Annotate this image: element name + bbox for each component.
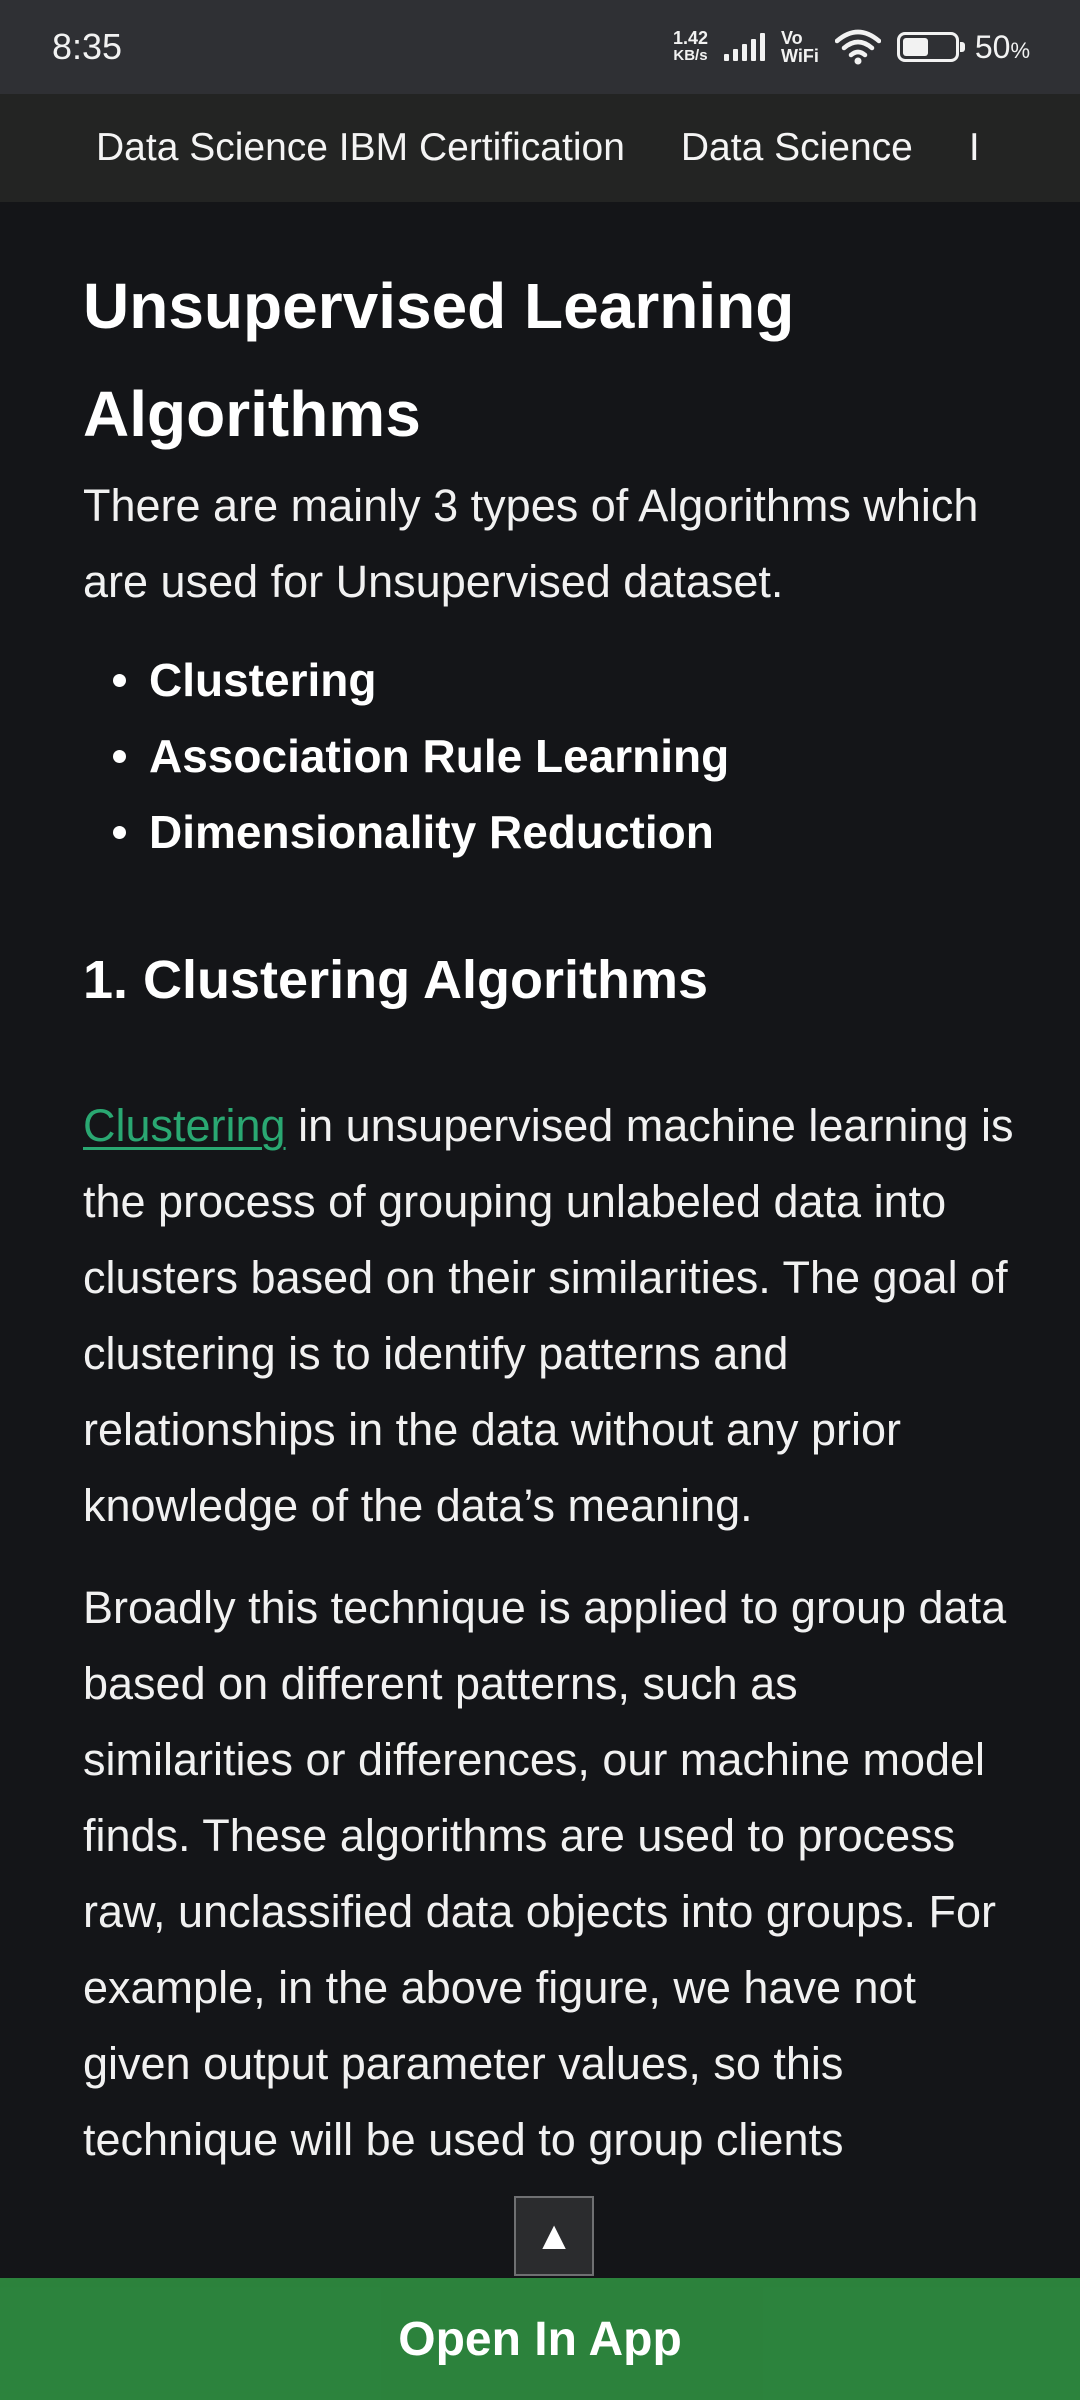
vo-label: Vo xyxy=(781,28,803,48)
nav-link-data-science[interactable]: Data Science xyxy=(681,126,913,170)
network-speed-unit: KB/s xyxy=(673,47,708,64)
status-time: 8:35 xyxy=(52,26,123,67)
vowifi-indicator: Vo WiFi xyxy=(781,29,819,65)
scroll-to-top-button[interactable]: ▲ xyxy=(514,2196,594,2276)
list-item: Association Rule Learning xyxy=(113,718,1020,794)
network-speed-value: 1.42 xyxy=(672,28,709,48)
page-title: Unsupervised Learning Algorithms xyxy=(83,270,795,450)
nav-link-data-science-ibm-certification[interactable]: Data Science IBM Certification xyxy=(96,126,625,170)
network-speed: 1.42 KB/s xyxy=(672,28,709,64)
article-content: Unsupervised Learning Algorithms There a… xyxy=(0,202,1080,2400)
wifi-label: WiFi xyxy=(781,46,819,66)
battery-icon xyxy=(896,32,965,62)
clustering-text: in unsupervised machine learning is the … xyxy=(83,1100,1014,1531)
list-item: Dimensionality Reduction xyxy=(113,794,1020,870)
clustering-paragraph: Clustering in unsupervised machine learn… xyxy=(83,1088,1020,1544)
list-item: Clustering xyxy=(113,642,1020,718)
topic-nav: Data Science IBM Certification Data Scie… xyxy=(0,94,1080,202)
wifi-icon xyxy=(834,29,881,65)
clustering-link[interactable]: Clustering xyxy=(83,1100,286,1151)
nav-overflow-marker[interactable]: I xyxy=(969,126,980,170)
status-icons: 1.42 KB/s Vo WiFi 50% xyxy=(673,29,1030,66)
arrow-up-icon: ▲ xyxy=(534,2213,574,2258)
status-bar: 8:35 1.42 KB/s Vo WiFi 50% xyxy=(0,0,1080,94)
battery-percent: 50% xyxy=(974,28,1030,65)
signal-icon xyxy=(724,33,766,61)
section-heading-clustering: 1. Clustering Algorithms xyxy=(83,950,709,1010)
open-in-app-label: Open In App xyxy=(398,2312,682,2366)
intro-paragraph: There are mainly 3 types of Algorithms w… xyxy=(83,480,979,607)
algorithm-types-list: Clustering Association Rule Learning Dim… xyxy=(83,642,1020,870)
broad-paragraph: Broadly this technique is applied to gro… xyxy=(83,1582,1007,2165)
open-in-app-button[interactable]: Open In App xyxy=(0,2278,1080,2400)
